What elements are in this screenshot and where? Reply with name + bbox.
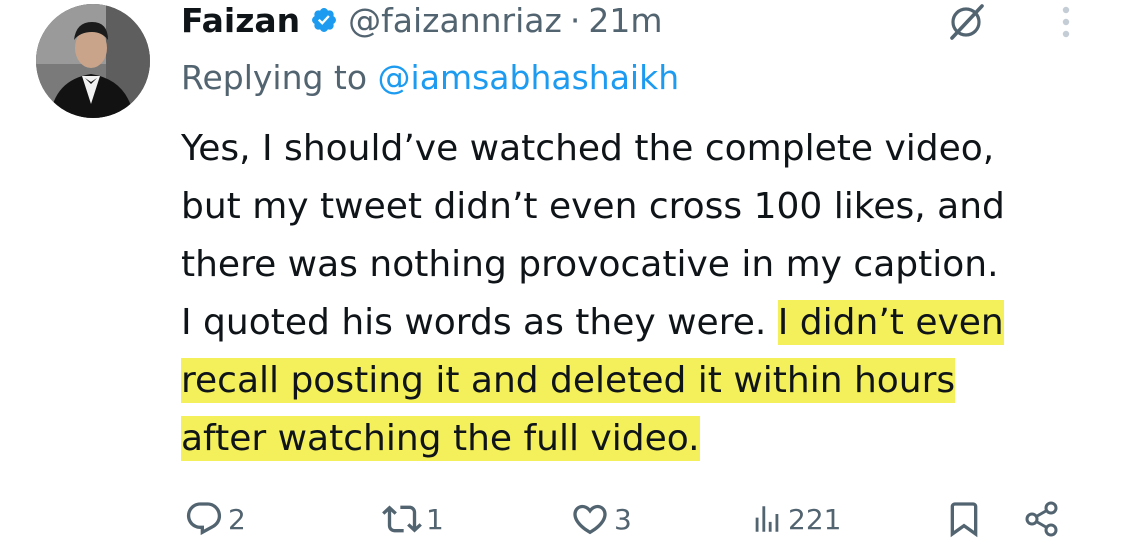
more-options-icon[interactable] bbox=[1054, 2, 1078, 42]
reply-count: 2 bbox=[228, 502, 246, 536]
replying-to: Replying to @iamsabhashaikh bbox=[181, 58, 679, 97]
views-count: 221 bbox=[788, 502, 842, 536]
repost-icon bbox=[382, 499, 422, 539]
tweet-text-line: Yes, I should’ve watched the complete vi… bbox=[181, 128, 995, 169]
tweet-text-segment: I quoted his words as they were. bbox=[181, 302, 778, 343]
tweet-text-line: but my tweet didn’t even cross 100 likes… bbox=[181, 186, 1005, 227]
avatar[interactable] bbox=[36, 4, 150, 118]
bookmark-button[interactable] bbox=[944, 497, 984, 541]
author-handle[interactable]: @faizannriaz bbox=[348, 1, 562, 40]
views-icon bbox=[750, 502, 784, 536]
share-icon bbox=[1022, 499, 1062, 539]
like-icon bbox=[570, 499, 610, 539]
highlighted-text: after watching the full video. bbox=[181, 416, 700, 461]
action-bar: 2 1 3 221 bbox=[184, 497, 1084, 541]
verified-badge-icon bbox=[310, 6, 338, 34]
tweet-text: Yes, I should’ve watched the complete vi… bbox=[181, 120, 1101, 468]
tweet-text-line: recall posting it and deleted it within … bbox=[181, 352, 1101, 410]
reply-button[interactable]: 2 bbox=[184, 497, 246, 541]
bookmark-icon bbox=[944, 499, 984, 539]
highlighted-text: recall posting it and deleted it within … bbox=[181, 358, 956, 403]
grok-icon[interactable] bbox=[946, 2, 986, 42]
tweet-header: Faizan @faizannriaz · 21m bbox=[181, 0, 662, 40]
reply-icon bbox=[184, 499, 224, 539]
tweet-timestamp[interactable]: 21m bbox=[588, 1, 662, 40]
separator-dot: · bbox=[569, 0, 581, 40]
author-name[interactable]: Faizan bbox=[181, 1, 300, 40]
highlighted-text: I didn’t even bbox=[777, 300, 1004, 345]
tweet-text-line: there was nothing provocative in my capt… bbox=[181, 244, 999, 285]
share-button[interactable] bbox=[1022, 497, 1062, 541]
repost-count: 1 bbox=[426, 502, 444, 536]
like-count: 3 bbox=[614, 502, 632, 536]
tweet-text-line: I quoted his words as they were. I didn’… bbox=[181, 294, 1101, 352]
tweet[interactable]: Faizan @faizannriaz · 21m Replying to @i… bbox=[0, 0, 1125, 548]
like-button[interactable]: 3 bbox=[570, 497, 632, 541]
views-button[interactable]: 221 bbox=[750, 497, 841, 541]
replying-to-mention[interactable]: @iamsabhashaikh bbox=[378, 58, 680, 97]
replying-to-label: Replying to bbox=[181, 58, 378, 97]
tweet-text-line: after watching the full video. bbox=[181, 410, 1101, 468]
repost-button[interactable]: 1 bbox=[382, 497, 444, 541]
